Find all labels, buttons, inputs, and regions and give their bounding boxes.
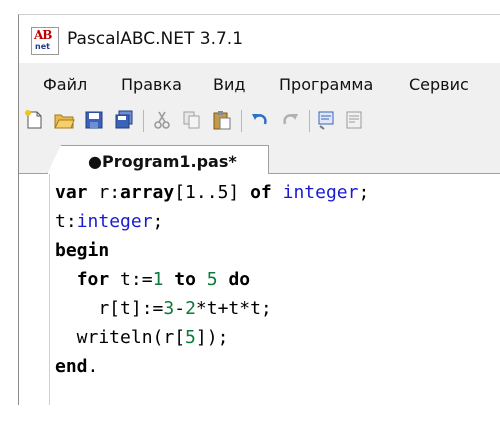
toolbar	[19, 105, 500, 137]
code-line: t:integer;	[55, 211, 163, 232]
code-token: r:	[87, 182, 121, 203]
code-token: to	[174, 269, 196, 290]
code-token: integer	[282, 182, 359, 203]
window-title: PascalABC.NET 3.7.1	[67, 29, 244, 49]
logo-bottom-text: net	[35, 42, 50, 51]
menu-service[interactable]: Сервис	[409, 75, 469, 94]
cut-icon[interactable]	[151, 109, 173, 131]
pascalabc-logo-icon: AB net	[31, 27, 59, 55]
new-file-icon[interactable]	[23, 109, 45, 131]
menu-view[interactable]: Вид	[213, 75, 245, 94]
code-token: -	[174, 298, 186, 319]
menu-program[interactable]: Программа	[279, 75, 373, 94]
code-token: for	[76, 269, 110, 290]
code-token: 3	[163, 298, 175, 319]
toolbar-separator	[241, 110, 242, 132]
undo-icon[interactable]	[249, 109, 271, 131]
format-icon[interactable]	[343, 109, 365, 131]
open-folder-icon[interactable]	[53, 109, 75, 131]
paste-icon[interactable]	[211, 109, 233, 131]
code-line: r[t]:=3-2*t+t*t;	[55, 298, 272, 319]
code-editor[interactable]: var r:array[1..5] of integer; t:integer; b…	[19, 174, 500, 405]
code-token: *t+t*t;	[195, 298, 272, 319]
menu-bar: Файл Правка Вид Программа Сервис	[19, 73, 500, 99]
code-token: integer	[76, 211, 153, 232]
code-token: begin	[55, 240, 110, 261]
code-token: 2	[185, 298, 196, 319]
code-token: t:	[55, 211, 77, 232]
copy-icon[interactable]	[181, 109, 203, 131]
code-line: end.	[55, 356, 98, 377]
code-line: for t:=1 to 5 do	[55, 269, 250, 290]
logo-top-text: AB	[34, 28, 52, 42]
code-token: ]);	[195, 327, 229, 348]
menu-file[interactable]: Файл	[43, 75, 87, 94]
code-token: r[t]:=	[55, 298, 164, 319]
code-token: t:=	[109, 269, 153, 290]
code-token: var	[55, 182, 88, 203]
code-token: writeln(r[	[55, 327, 186, 348]
code-line: writeln(r[5]);	[55, 327, 229, 348]
code-token: 5	[185, 327, 196, 348]
code-token: array	[120, 182, 175, 203]
toolbar-separator	[143, 110, 144, 132]
menu-edit[interactable]: Правка	[121, 75, 182, 94]
toolbar-separator	[309, 110, 310, 132]
save-icon[interactable]	[83, 109, 105, 131]
code-token: [1..5]	[174, 182, 251, 203]
code-token: end	[55, 356, 88, 377]
tab-label: ●Program1.pas*	[88, 152, 237, 171]
tab-program1[interactable]: ●Program1.pas*	[47, 145, 269, 174]
save-all-icon[interactable]	[113, 109, 135, 131]
code-line: begin	[55, 240, 109, 261]
editor-tabs: ●Program1.pas*	[19, 143, 500, 174]
code-token: 5	[206, 269, 218, 290]
app-window: AB net PascalABC.NET 3.7.1 Файл Правка В…	[18, 14, 500, 405]
editor-gutter-line	[49, 174, 50, 405]
title-bar: AB net PascalABC.NET 3.7.1	[19, 15, 500, 63]
code-token: .	[87, 356, 99, 377]
redo-icon[interactable]	[279, 109, 301, 131]
compile-icon[interactable]	[315, 109, 337, 131]
code-token: ;	[152, 211, 164, 232]
code-token: of	[250, 182, 272, 203]
code-token: do	[228, 269, 251, 290]
code-token: 1	[152, 269, 164, 290]
code-line: var r:array[1..5] of integer;	[55, 182, 369, 203]
code-token: ;	[358, 182, 370, 203]
